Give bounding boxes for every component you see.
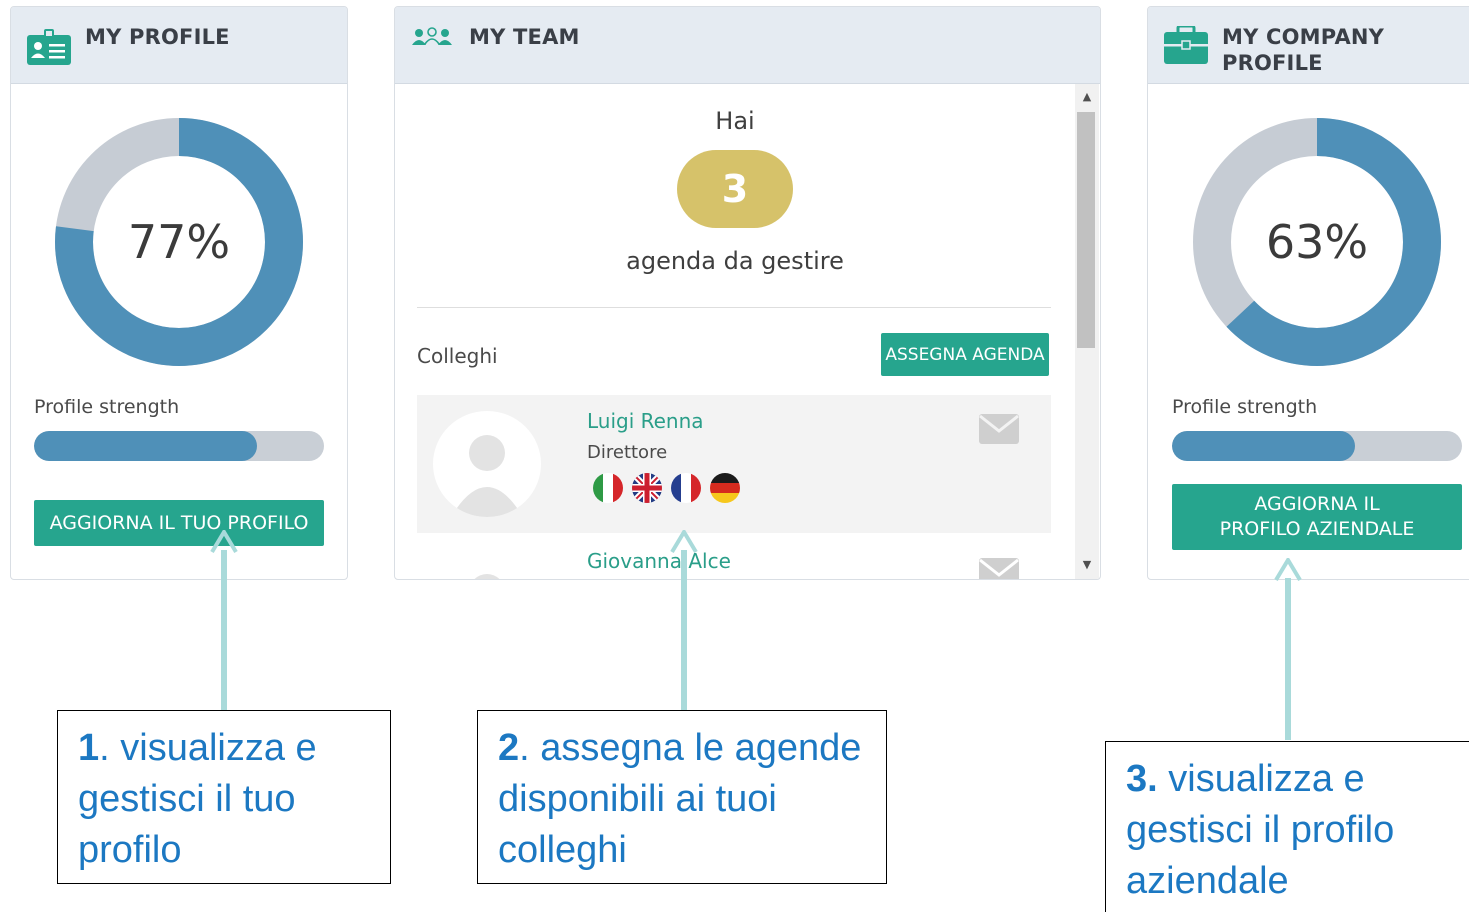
annotation-box-1: 1. visualizza e gestisci il tuo profilo <box>57 710 391 884</box>
company-strength-label: Profile strength <box>1172 396 1318 418</box>
annotation-sep <box>1158 758 1169 800</box>
my-profile-card: MY PROFILE 77% Profile strength AGGIORNA… <box>10 6 348 580</box>
annotation-arrowhead-icon <box>670 530 698 554</box>
mail-icon[interactable] <box>979 558 1019 579</box>
team-icon <box>411 27 453 51</box>
profile-percent: 77% <box>127 215 231 269</box>
language-flags <box>593 473 740 503</box>
update-company-button-line2: PROFILO AZIENDALE <box>1219 518 1415 540</box>
company-strength-bar <box>1172 431 1462 461</box>
scroll-thumb[interactable] <box>1077 112 1095 348</box>
annotation-arrow-line <box>1285 578 1291 740</box>
avatar <box>433 411 541 517</box>
colleague-row[interactable]: Giovanna Alce <box>417 534 1051 579</box>
germany-flag-icon <box>710 473 740 503</box>
colleague-row[interactable]: Luigi Renna Direttore <box>417 395 1051 533</box>
update-profile-button[interactable]: AGGIORNA IL TUO PROFILO <box>34 500 324 546</box>
annotation-sep: . <box>519 727 541 769</box>
hai-label: Hai <box>715 107 755 135</box>
scroll-down-arrow-icon[interactable]: ▼ <box>1075 554 1099 574</box>
company-strength-fill <box>1172 431 1355 461</box>
divider <box>417 307 1051 308</box>
my-profile-title: MY PROFILE <box>85 25 230 49</box>
assign-agenda-button[interactable]: ASSEGNA AGENDA <box>881 333 1049 376</box>
my-company-title-line2: PROFILE <box>1222 51 1323 75</box>
annotation-number: 3. <box>1126 758 1158 800</box>
my-team-card: MY TEAM Hai 3 agenda da gestire Colleghi… <box>394 6 1101 580</box>
colleague-name[interactable]: Giovanna Alce <box>587 549 731 573</box>
briefcase-icon <box>1164 24 1208 68</box>
italy-flag-icon <box>593 473 623 503</box>
company-percent: 63% <box>1265 215 1369 269</box>
annotation-number: 2 <box>498 727 520 769</box>
annotation-box-2: 2. assegna le agende disponibili ai tuoi… <box>477 710 887 884</box>
my-company-header: MY COMPANY PROFILE <box>1148 7 1469 84</box>
annotation-number: 1 <box>78 727 100 769</box>
profile-strength-bar <box>34 431 324 461</box>
update-company-button-line1: AGGIORNA IL <box>1254 493 1380 515</box>
my-company-card: MY COMPANY PROFILE 63% Profile strength … <box>1147 6 1469 580</box>
mail-icon[interactable] <box>979 414 1019 448</box>
profile-strength-fill <box>34 431 258 461</box>
team-scroll-area[interactable]: Hai 3 agenda da gestire Colleghi ASSEGNA… <box>395 84 1075 579</box>
profile-strength-label: Profile strength <box>34 396 180 418</box>
my-team-title: MY TEAM <box>469 25 580 49</box>
colleagues-label: Colleghi <box>417 344 498 368</box>
annotation-arrow-line <box>221 550 227 710</box>
id-card-icon <box>27 29 71 69</box>
avatar <box>433 550 541 579</box>
agenda-to-manage-label: agenda da gestire <box>626 247 844 275</box>
colleague-name[interactable]: Luigi Renna <box>587 409 704 433</box>
colleague-role: Direttore <box>587 442 668 463</box>
annotation-text: assegna le agende disponibili ai tuoi co… <box>498 727 862 871</box>
my-team-header: MY TEAM <box>395 7 1100 84</box>
my-profile-header: MY PROFILE <box>11 7 347 84</box>
annotation-arrowhead-icon <box>210 530 238 554</box>
france-flag-icon <box>671 473 701 503</box>
annotation-arrow-line <box>681 550 687 710</box>
agenda-count-badge: 3 <box>677 150 793 228</box>
my-company-title-line1: MY COMPANY <box>1222 25 1385 49</box>
annotation-sep: . <box>99 727 121 769</box>
team-scrollbar[interactable]: ▲ ▼ <box>1075 84 1099 579</box>
annotation-arrowhead-icon <box>1274 558 1302 582</box>
uk-flag-icon <box>632 473 662 503</box>
annotation-box-3: 3. visualizza e gestisci il profilo azie… <box>1105 741 1469 912</box>
scroll-up-arrow-icon[interactable]: ▲ <box>1075 86 1099 106</box>
update-company-profile-button[interactable]: AGGIORNA IL PROFILO AZIENDALE <box>1172 484 1462 550</box>
